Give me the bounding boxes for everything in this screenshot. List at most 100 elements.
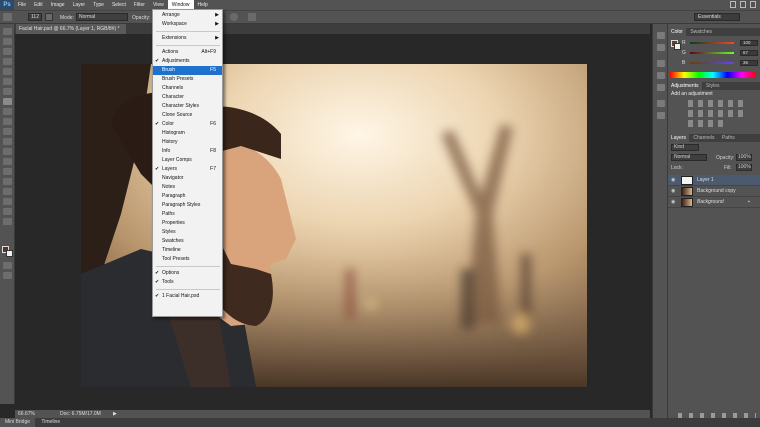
brush-tool-icon[interactable]: [3, 98, 12, 105]
status-menu-arrow-icon[interactable]: ▶: [113, 411, 117, 417]
adjustment-icons-row-2[interactable]: [688, 110, 748, 117]
menu-item-color[interactable]: ✔ Color F6: [153, 120, 222, 129]
menu-item-tools[interactable]: ✔ Tools: [153, 278, 222, 287]
menu-item-extensions[interactable]: Extensions ▶: [153, 34, 222, 43]
menu-item-character[interactable]: Character: [153, 93, 222, 102]
menu-item-notes[interactable]: Notes: [153, 183, 222, 192]
document-tab[interactable]: Facial Hair.psd @ 66.7% (Layer 1, RGB/8#…: [16, 24, 126, 42]
history-brush-tool-icon[interactable]: [3, 118, 12, 125]
menu-item-styles[interactable]: Styles: [153, 228, 222, 237]
menu-filter[interactable]: Filter: [130, 0, 149, 10]
background-color-swatch[interactable]: [6, 250, 13, 257]
menu-item-arrange[interactable]: Arrange ▶: [153, 11, 222, 20]
paragraph-panel-icon[interactable]: [657, 112, 665, 119]
menu-item-channels[interactable]: Channels: [153, 84, 222, 93]
brush-size-field[interactable]: 112: [28, 13, 42, 21]
visibility-eye-icon[interactable]: ◉: [671, 189, 677, 194]
maximize-button[interactable]: [740, 1, 746, 8]
history-panel-icon[interactable]: [657, 32, 665, 39]
background-color-chip[interactable]: [674, 43, 681, 50]
menu-item-brush[interactable]: Brush F5: [153, 66, 222, 75]
blend-mode-select[interactable]: Normal: [671, 154, 707, 161]
fill-field[interactable]: 100%: [736, 164, 752, 171]
shape-tool-icon[interactable]: [3, 198, 12, 205]
minimize-button[interactable]: [730, 1, 736, 8]
menu-item-paragraph-styles[interactable]: Paragraph Styles: [153, 201, 222, 210]
healing-brush-tool-icon[interactable]: [3, 88, 12, 95]
screen-mode-icon[interactable]: [3, 272, 12, 279]
menu-image[interactable]: Image: [47, 0, 69, 10]
tab-layers[interactable]: Layers: [668, 134, 690, 142]
menu-item-info[interactable]: Info F8: [153, 147, 222, 156]
menu-item-1-facial-hair-psd[interactable]: ✔ 1 Facial Hair.psd: [153, 292, 222, 301]
adjustment-icons-row-3[interactable]: [688, 120, 728, 127]
menu-item-navigator[interactable]: Navigator: [153, 174, 222, 183]
menu-item-timeline[interactable]: Timeline: [153, 246, 222, 255]
menu-item-character-styles[interactable]: Character Styles: [153, 102, 222, 111]
layer-row-layer-1[interactable]: ◉ Layer 1: [668, 175, 760, 186]
blue-slider[interactable]: B 36: [682, 60, 758, 66]
crop-tool-icon[interactable]: [3, 68, 12, 75]
menu-item-actions[interactable]: Actions Alt+F9: [153, 48, 222, 57]
tab-color[interactable]: Color: [668, 28, 686, 36]
menu-item-layers[interactable]: ✔ Layers F7: [153, 165, 222, 174]
actions-panel-icon[interactable]: [657, 44, 665, 51]
tab-mini-bridge[interactable]: Mini Bridge: [0, 418, 36, 427]
menu-item-brush-presets[interactable]: Brush Presets: [153, 75, 222, 84]
green-track[interactable]: [690, 52, 734, 54]
green-value[interactable]: 67: [740, 50, 758, 56]
lasso-tool-icon[interactable]: [3, 48, 12, 55]
menu-item-swatches[interactable]: Swatches: [153, 237, 222, 246]
brush-panel-icon[interactable]: [657, 60, 665, 67]
workspace-select[interactable]: Essentials: [694, 13, 740, 21]
menu-item-layer-comps[interactable]: Layer Comps: [153, 156, 222, 165]
blue-track[interactable]: [690, 62, 734, 64]
document-size[interactable]: Doc: 6.75M/17.0M: [60, 411, 101, 417]
move-tool-icon[interactable]: [3, 28, 12, 35]
menu-item-adjustments[interactable]: ✔ Adjustments: [153, 57, 222, 66]
pressure-size-icon[interactable]: [248, 13, 256, 21]
path-select-tool-icon[interactable]: [3, 188, 12, 195]
red-value[interactable]: 100: [740, 40, 758, 46]
clone-stamp-tool-icon[interactable]: [3, 108, 12, 115]
visibility-eye-icon[interactable]: ◉: [671, 178, 677, 183]
hand-tool-icon[interactable]: [3, 208, 12, 215]
red-slider[interactable]: R 100: [682, 40, 758, 46]
tab-adjustments[interactable]: Adjustments: [668, 82, 702, 90]
menu-edit[interactable]: Edit: [30, 0, 47, 10]
menu-type[interactable]: Type: [89, 0, 108, 10]
type-tool-icon[interactable]: [3, 178, 12, 185]
menu-item-options[interactable]: ✔ Options: [153, 269, 222, 278]
menu-file[interactable]: File: [14, 0, 30, 10]
layer-row-background-copy[interactable]: ◉ Background copy: [668, 186, 760, 197]
visibility-eye-icon[interactable]: ◉: [671, 200, 677, 205]
tab-swatches[interactable]: Swatches: [687, 28, 715, 36]
quick-mask-icon[interactable]: [3, 262, 12, 269]
tab-channels[interactable]: Channels: [690, 134, 717, 142]
gradient-tool-icon[interactable]: [3, 138, 12, 145]
tab-styles[interactable]: Styles: [703, 82, 723, 90]
brush-tool-icon[interactable]: [3, 13, 12, 21]
menu-item-properties[interactable]: Properties: [153, 219, 222, 228]
quick-select-tool-icon[interactable]: [3, 58, 12, 65]
menu-item-workspace[interactable]: Workspace ▶: [153, 20, 222, 29]
brush-presets-panel-icon[interactable]: [657, 72, 665, 79]
pen-tool-icon[interactable]: [3, 168, 12, 175]
menu-item-histogram[interactable]: Histogram: [153, 129, 222, 138]
green-slider[interactable]: G 67: [682, 50, 758, 56]
adjustment-icons-row-1[interactable]: [688, 100, 748, 107]
zoom-tool-icon[interactable]: [3, 218, 12, 225]
clone-source-panel-icon[interactable]: [657, 84, 665, 91]
character-panel-icon[interactable]: [657, 100, 665, 107]
close-window-button[interactable]: [750, 1, 756, 8]
menu-select[interactable]: Select: [108, 0, 130, 10]
blue-value[interactable]: 36: [740, 60, 758, 66]
zoom-level[interactable]: 66.67%: [18, 411, 35, 417]
eraser-tool-icon[interactable]: [3, 128, 12, 135]
menu-item-history[interactable]: History: [153, 138, 222, 147]
brush-panel-toggle-icon[interactable]: [45, 13, 53, 21]
menu-item-paths[interactable]: Paths: [153, 210, 222, 219]
layers-opacity-field[interactable]: 100%: [736, 154, 752, 161]
menu-item-paragraph[interactable]: Paragraph: [153, 192, 222, 201]
eyedropper-tool-icon[interactable]: [3, 78, 12, 85]
